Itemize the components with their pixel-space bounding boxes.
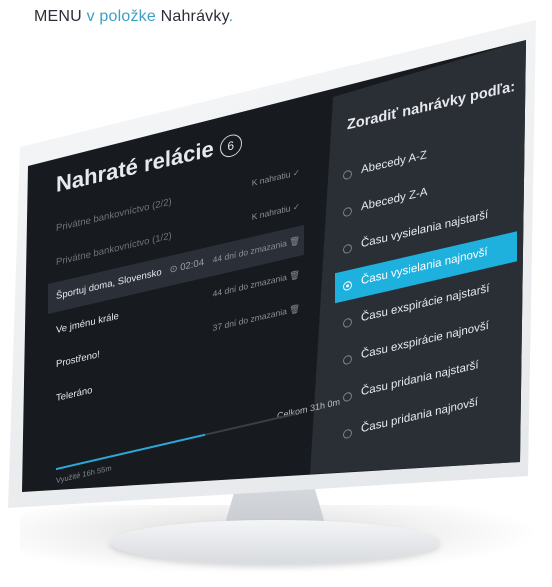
radio-icon [343,206,352,218]
radio-icon [343,317,352,329]
recording-status: 44 dní do zmazania 🗑 [212,234,300,265]
caption-end: . [228,8,234,25]
radio-icon [343,391,352,403]
recording-status: K nahratiu ✓ [251,200,300,222]
radio-icon [343,169,352,181]
sort-option-label: Abecedy A-Z [361,149,427,177]
storage-progress-fill [56,433,205,471]
radio-icon [343,243,352,255]
caption-menu: MENU [34,8,82,25]
radio-icon [343,428,352,440]
recording-name: Ve jménu krále [56,310,119,337]
sort-panel: Zoradiť nahrávky podľa: Abecedy A-Z Abec… [335,79,530,456]
caption-middle: v položke [81,8,161,25]
recording-name: Teleráno [56,384,93,405]
storage-total: Celkom 31h 0m [276,396,340,422]
recording-name: Prostřeno! [56,349,100,371]
monitor-base [110,520,440,564]
recording-status: 37 dní do zmazania 🗑 [212,302,300,333]
sort-option-label: Abecedy Z-A [361,185,428,214]
recording-duration: ⊙ 02:04 [169,256,204,276]
recording-status: 44 dní do zmazania 🗑 [212,268,300,299]
caption: MENU v položke Nahrávky. [34,8,233,26]
radio-selected-icon [343,280,352,292]
caption-section: Nahrávky [160,8,229,25]
recordings-count-badge: 6 [219,132,242,160]
radio-icon [343,354,352,366]
recording-status: K nahratiu ✓ [251,166,300,188]
